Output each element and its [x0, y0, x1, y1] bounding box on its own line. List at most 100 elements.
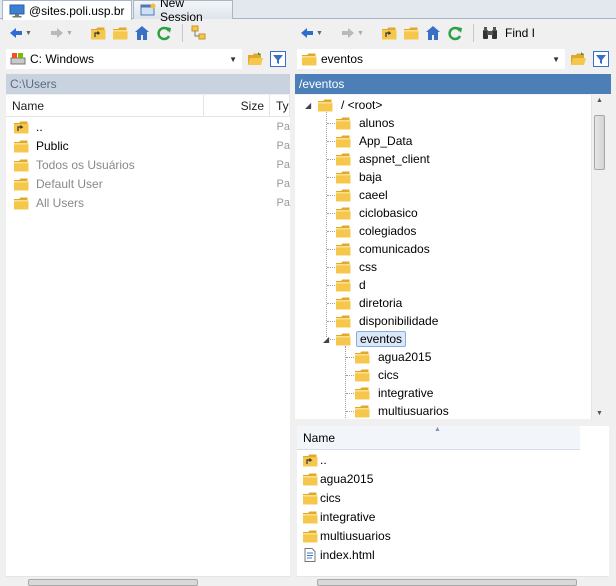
new-session-icon [140, 3, 156, 16]
local-file-list[interactable]: Name Size Ty .. Pa Public Pa Todos os Usuári… [6, 95, 290, 576]
tree-item[interactable]: disponibilidade [335, 312, 441, 330]
filter-button[interactable] [268, 49, 288, 69]
home-button[interactable] [423, 23, 443, 43]
parent-dir-button[interactable] [379, 23, 399, 43]
expand-arrow-icon[interactable]: ◢ [323, 335, 335, 344]
column-header-row: Name ▲ [297, 426, 580, 450]
root-dir-button[interactable] [401, 23, 421, 43]
chevron-down-icon[interactable]: ▼ [552, 55, 560, 64]
tree-label: App_Data [359, 134, 413, 148]
folder-icon [335, 170, 351, 184]
tree-vertical-scrollbar[interactable]: ▲ ▼ [591, 95, 607, 419]
find-button[interactable] [480, 23, 500, 43]
file-type: Pa [276, 196, 290, 209]
tree-item[interactable]: caeel [335, 186, 391, 204]
file-name: .. [36, 119, 43, 134]
folder-icon [302, 472, 318, 486]
list-item[interactable]: agua2015 [297, 469, 609, 488]
open-folder-button[interactable] [568, 49, 588, 69]
back-dropdown-icon[interactable]: ▼ [316, 30, 324, 37]
remote-file-list[interactable]: Name ▲ .. agua2015 cics integrative multiusu… [297, 426, 609, 576]
tree-item[interactable]: ◢ eventos [323, 330, 407, 348]
tree-label: integrative [378, 386, 434, 400]
tree-label: aspnet_client [359, 152, 430, 166]
tree-item[interactable]: App_Data [335, 132, 415, 150]
forward-dropdown-icon[interactable]: ▼ [66, 30, 74, 37]
open-folder-button[interactable] [245, 49, 265, 69]
tree-item[interactable]: comunicados [335, 240, 433, 258]
tree-item[interactable]: colegiados [335, 222, 419, 240]
list-item[interactable]: Todos os Usuários Pa [6, 155, 290, 174]
back-dropdown-icon[interactable]: ▼ [25, 30, 33, 37]
list-item[interactable]: index.html [297, 545, 609, 564]
tree-label: caeel [359, 188, 388, 202]
refresh-button[interactable] [445, 23, 465, 43]
forward-button[interactable] [338, 23, 358, 43]
list-item[interactable]: multiusuarios [297, 526, 609, 545]
column-type[interactable]: Ty [270, 95, 290, 117]
tree-item[interactable]: d [335, 276, 369, 294]
list-item[interactable]: All Users Pa [6, 193, 290, 212]
tree-item[interactable]: multiusuarios [354, 402, 452, 419]
find-label[interactable]: Find I [505, 26, 535, 40]
tree-guide-line [327, 177, 335, 178]
list-item[interactable]: integrative [297, 507, 609, 526]
file-type: Pa [276, 177, 290, 190]
column-name[interactable]: Name [6, 95, 204, 117]
tree-item[interactable]: ciclobasico [335, 204, 421, 222]
column-size[interactable]: Size [204, 95, 270, 117]
tree-item[interactable]: css [335, 258, 380, 276]
tree-view-icon [191, 25, 206, 40]
tree-item[interactable]: agua2015 [354, 348, 434, 366]
tree-item[interactable]: diretoria [335, 294, 405, 312]
file-name: Todos os Usuários [36, 157, 135, 172]
list-item[interactable]: Public Pa [6, 136, 290, 155]
scroll-down-icon[interactable]: ▼ [592, 410, 607, 417]
expand-arrow-icon[interactable]: ◢ [305, 101, 317, 110]
pane-splitter[interactable] [295, 419, 611, 425]
tree-toggle-button[interactable] [189, 23, 209, 43]
tree-item[interactable]: baja [335, 168, 385, 186]
tree-root[interactable]: ◢ / <root> [305, 96, 385, 114]
root-dir-button[interactable] [110, 23, 130, 43]
forward-arrow-icon [51, 28, 63, 38]
remote-folder-select[interactable]: eventos ▼ [297, 49, 565, 69]
tree-item[interactable]: aspnet_client [335, 150, 433, 168]
folder-icon [13, 177, 29, 191]
filter-button[interactable] [591, 49, 611, 69]
tree-item[interactable]: cics [354, 366, 402, 384]
list-item[interactable]: .. Pa [6, 117, 290, 136]
tab-session-sites[interactable]: @sites.poli.usp.br [2, 0, 132, 20]
left-horizontal-scrollbar[interactable] [6, 576, 290, 586]
list-item[interactable]: .. [297, 450, 609, 469]
refresh-button[interactable] [154, 23, 174, 43]
drive-select[interactable]: C: Windows ▼ [6, 49, 242, 69]
forward-button[interactable] [47, 23, 67, 43]
column-name[interactable]: Name [303, 431, 335, 445]
tree-label: d [359, 278, 366, 292]
toolbar-separator [182, 24, 183, 42]
tree-item[interactable]: alunos [335, 114, 397, 132]
monitor-icon [9, 4, 25, 17]
file-name: agua2015 [320, 471, 374, 486]
list-item[interactable]: cics [297, 488, 609, 507]
parent-dir-button[interactable] [88, 23, 108, 43]
home-button[interactable] [132, 23, 152, 43]
right-horizontal-scrollbar[interactable] [297, 576, 609, 586]
list-item[interactable]: Default User Pa [6, 174, 290, 193]
remote-folder-tree[interactable]: ◢ / <root> alunos App_Data aspnet_clientbaja… [295, 95, 607, 419]
back-button[interactable] [297, 23, 317, 43]
file-type: Pa [276, 139, 290, 152]
tab-new-session[interactable]: New Session [133, 0, 233, 24]
back-button[interactable] [6, 23, 26, 43]
scrollbar-thumb[interactable] [594, 115, 605, 170]
forward-dropdown-icon[interactable]: ▼ [357, 30, 365, 37]
tree-item[interactable]: integrative [354, 384, 436, 402]
scrollbar-thumb[interactable] [317, 579, 577, 586]
tree-guide-line [327, 141, 335, 142]
tree-guide-line [327, 159, 335, 160]
scroll-up-icon[interactable]: ▲ [592, 97, 607, 104]
scrollbar-thumb[interactable] [28, 579, 198, 586]
chevron-down-icon[interactable]: ▼ [229, 55, 237, 64]
folder-icon [302, 491, 318, 505]
